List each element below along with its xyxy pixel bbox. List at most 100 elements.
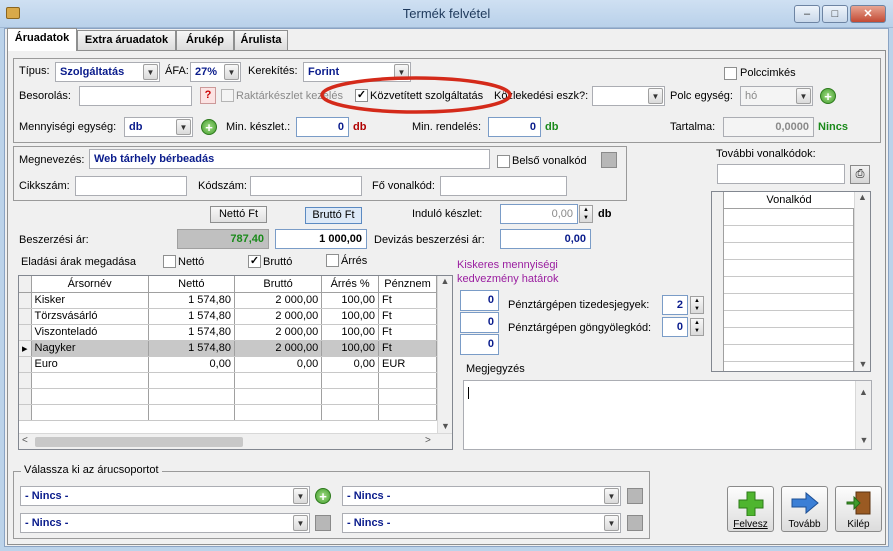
brutto-option-checkbox[interactable]: ✓ — [248, 255, 261, 268]
gongyolegkod-spinner[interactable]: ▲ ▼ — [690, 318, 704, 336]
table-cell[interactable]: 2 000,00 — [234, 340, 323, 357]
table-cell[interactable]: 100,00 — [321, 340, 380, 357]
brutto-ft-button[interactable]: Bruttó Ft — [305, 207, 362, 224]
arucsoport-select-1[interactable]: - Nincs - ▼ — [20, 486, 310, 506]
maximize-button[interactable]: □ — [822, 5, 848, 23]
afa-select[interactable]: 27% ▼ — [190, 62, 241, 82]
table-cell[interactable]: 100,00 — [321, 308, 380, 325]
tizedesjegyek-spinner[interactable]: ▲ ▼ — [690, 296, 704, 314]
beszerzesi-brutto-input[interactable]: 1 000,00 — [275, 229, 367, 249]
min-rendeles-input[interactable]: 0 — [488, 117, 541, 137]
col-brutto[interactable]: Bruttó — [234, 276, 323, 293]
table-cell[interactable]: 2 000,00 — [234, 292, 323, 309]
table-row[interactable] — [19, 404, 437, 421]
price-grid[interactable]: Ársornév Nettó Bruttó Árrés % Pénznem Ki… — [18, 275, 453, 450]
indulo-keszlet-spinner[interactable]: ▲ ▼ — [579, 205, 593, 223]
arucsoport-select-2[interactable]: - Nincs - ▼ — [342, 486, 621, 506]
tipus-select[interactable]: Szolgáltatás ▼ — [55, 62, 160, 82]
kozlekedesi-select[interactable]: ▼ — [592, 86, 665, 106]
table-cell[interactable] — [378, 404, 437, 421]
table-cell[interactable]: Ft — [378, 340, 437, 357]
price-grid-vscroll[interactable]: ▲ ▼ — [437, 276, 452, 433]
besorolas-input[interactable] — [79, 86, 192, 106]
kedvezmeny-input-1[interactable]: 0 — [460, 290, 499, 311]
arucsoport-button-4[interactable] — [627, 515, 643, 531]
arucsoport-button-2[interactable] — [627, 488, 643, 504]
tartalma-input[interactable]: 0,0000 — [723, 117, 814, 137]
table-cell[interactable]: 1 574,80 — [148, 340, 235, 357]
minimize-button[interactable]: – — [794, 5, 820, 23]
barcode-grid[interactable]: Vonalkód ▲ ▼ — [711, 191, 871, 372]
table-row[interactable]: Viszonteladó 1 574,80 2 000,00 100,00 Ft — [19, 324, 437, 341]
add-arucsoport-icon[interactable]: + — [315, 488, 331, 504]
table-cell[interactable] — [31, 372, 149, 389]
table-row[interactable]: ▸ Nagyker 1 574,80 2 000,00 100,00 Ft — [19, 340, 437, 357]
min-keszlet-input[interactable]: 0 — [296, 117, 349, 137]
tab-arulista[interactable]: Árulista — [234, 30, 288, 50]
table-cell[interactable]: 1 574,80 — [148, 324, 235, 341]
table-cell[interactable] — [234, 372, 323, 389]
col-arres[interactable]: Árrés % — [321, 276, 380, 293]
arucsoport-select-4[interactable]: - Nincs - ▼ — [342, 513, 621, 533]
add-polc-egyseg-icon[interactable]: + — [820, 88, 836, 104]
arucsoport-select-3[interactable]: - Nincs - ▼ — [20, 513, 310, 533]
tizedesjegyek-input[interactable]: 2 — [662, 295, 688, 315]
fo-vonalkod-input[interactable] — [440, 176, 567, 196]
table-row[interactable] — [19, 388, 437, 405]
table-cell[interactable]: 1 574,80 — [148, 308, 235, 325]
table-cell[interactable] — [31, 388, 149, 405]
table-cell[interactable]: Ft — [378, 324, 437, 341]
polc-egyseg-select[interactable]: hó ▼ — [740, 86, 813, 106]
table-cell[interactable]: 0,00 — [234, 356, 323, 373]
megjegyzes-scrollbar[interactable]: ▲ ▼ — [855, 381, 871, 449]
table-cell[interactable]: 0,00 — [148, 356, 235, 373]
table-cell[interactable]: Nagyker — [31, 340, 149, 357]
table-row[interactable]: Kisker 1 574,80 2 000,00 100,00 Ft — [19, 292, 437, 309]
table-cell[interactable] — [31, 404, 149, 421]
table-cell[interactable]: 0,00 — [321, 356, 380, 373]
felvesz-button[interactable]: Felvesz — [727, 486, 774, 532]
table-cell[interactable] — [148, 404, 235, 421]
netto-ft-button[interactable]: Nettó Ft — [210, 206, 267, 223]
tovabb-button[interactable]: Tovább — [781, 486, 828, 532]
price-grid-hscroll[interactable]: < > — [19, 433, 452, 449]
table-cell[interactable] — [321, 404, 380, 421]
table-cell[interactable] — [321, 388, 380, 405]
table-cell[interactable] — [378, 388, 437, 405]
barcode-scrollbar[interactable]: ▲ ▼ — [854, 192, 870, 371]
table-cell[interactable]: 2 000,00 — [234, 308, 323, 325]
arres-option-checkbox[interactable] — [326, 254, 339, 267]
add-mennyisegi-icon[interactable]: + — [201, 119, 217, 135]
col-penznem[interactable]: Pénznem — [378, 276, 437, 293]
cikkszam-input[interactable] — [75, 176, 187, 196]
table-cell[interactable]: 2 000,00 — [234, 324, 323, 341]
indulo-keszlet-input[interactable]: 0,00 — [500, 204, 578, 224]
tab-extra-aruadatok[interactable]: Extra áruadatok — [77, 30, 176, 50]
kodszam-input[interactable] — [250, 176, 362, 196]
table-cell[interactable] — [321, 372, 380, 389]
close-button[interactable]: ✕ — [850, 5, 886, 23]
kedvezmeny-input-2[interactable]: 0 — [460, 312, 499, 333]
table-cell[interactable]: Ft — [378, 292, 437, 309]
table-cell[interactable]: Kisker — [31, 292, 149, 309]
table-cell[interactable]: EUR — [378, 356, 437, 373]
add-barcode-icon[interactable]: ⎙ — [850, 165, 870, 184]
gongyolegkod-input[interactable]: 0 — [662, 317, 688, 337]
table-cell[interactable]: 1 574,80 — [148, 292, 235, 309]
table-cell[interactable] — [148, 372, 235, 389]
vonalkod-input[interactable] — [717, 164, 845, 184]
besorolas-help-button[interactable]: ? — [200, 87, 216, 104]
table-cell[interactable]: Euro — [31, 356, 149, 373]
table-cell[interactable]: Ft — [378, 308, 437, 325]
table-cell[interactable] — [234, 404, 323, 421]
megjegyzes-textarea[interactable]: ▲ ▼ — [463, 380, 872, 450]
col-netto[interactable]: Nettó — [148, 276, 235, 293]
raktarkeszlet-checkbox[interactable] — [221, 89, 234, 102]
netto-option-checkbox[interactable] — [163, 255, 176, 268]
table-cell[interactable]: Törzsvásárló — [31, 308, 149, 325]
megnevezes-input[interactable]: Web tárhely bérbeadás — [89, 149, 490, 169]
table-row[interactable] — [19, 372, 437, 389]
table-cell[interactable]: 100,00 — [321, 292, 380, 309]
arucsoport-button-3[interactable] — [315, 515, 331, 531]
hscroll-thumb[interactable] — [35, 437, 243, 447]
